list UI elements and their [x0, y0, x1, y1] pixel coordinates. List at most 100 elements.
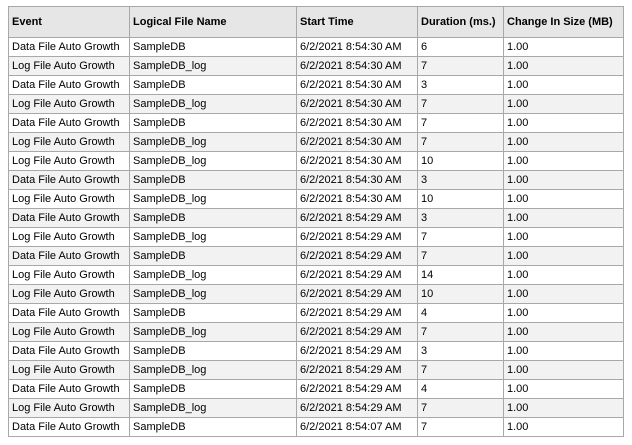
cell-start-time: 6/2/2021 8:54:29 AM [296, 227, 418, 247]
table-row: Data File Auto Growth SampleDB 6/2/2021 8:… [8, 37, 624, 57]
column-header-event: Event [8, 6, 130, 38]
cell-start-time: 6/2/2021 8:54:30 AM [296, 132, 418, 152]
cell-logical-file-name: SampleDB_log [129, 151, 297, 171]
cell-change-in-size: 1.00 [503, 341, 624, 361]
cell-logical-file-name: SampleDB_log [129, 189, 297, 209]
cell-event: Log File Auto Growth [8, 56, 130, 76]
cell-duration: 4 [417, 303, 504, 323]
table-row: Log File Auto Growth SampleDB_log 6/2/2021… [8, 151, 624, 171]
table-row: Log File Auto Growth SampleDB_log 6/2/2021… [8, 227, 624, 247]
cell-event: Log File Auto Growth [8, 151, 130, 171]
table-row: Data File Auto Growth SampleDB 6/2/2021 8:… [8, 417, 624, 437]
cell-event: Log File Auto Growth [8, 360, 130, 380]
column-header-logical-file-name: Logical File Name [129, 6, 297, 38]
cell-start-time: 6/2/2021 8:54:29 AM [296, 303, 418, 323]
cell-event: Data File Auto Growth [8, 246, 130, 266]
cell-change-in-size: 1.00 [503, 94, 624, 114]
table-row: Data File Auto Growth SampleDB 6/2/2021 8:… [8, 170, 624, 190]
cell-duration: 7 [417, 360, 504, 380]
cell-change-in-size: 1.00 [503, 417, 624, 437]
cell-logical-file-name: SampleDB [129, 341, 297, 361]
cell-start-time: 6/2/2021 8:54:30 AM [296, 56, 418, 76]
cell-start-time: 6/2/2021 8:54:29 AM [296, 208, 418, 228]
table-header: Event Logical File Name Start Time Durat… [8, 6, 624, 38]
cell-logical-file-name: SampleDB_log [129, 132, 297, 152]
cell-start-time: 6/2/2021 8:54:30 AM [296, 151, 418, 171]
cell-duration: 7 [417, 417, 504, 437]
cell-event: Data File Auto Growth [8, 341, 130, 361]
cell-duration: 10 [417, 151, 504, 171]
cell-start-time: 6/2/2021 8:54:29 AM [296, 341, 418, 361]
cell-duration: 3 [417, 170, 504, 190]
cell-event: Log File Auto Growth [8, 189, 130, 209]
cell-start-time: 6/2/2021 8:54:30 AM [296, 37, 418, 57]
table-row: Log File Auto Growth SampleDB_log 6/2/2021… [8, 265, 624, 285]
cell-logical-file-name: SampleDB_log [129, 284, 297, 304]
header-row: Event Logical File Name Start Time Durat… [8, 6, 624, 38]
cell-logical-file-name: SampleDB [129, 208, 297, 228]
table-row: Log File Auto Growth SampleDB_log 6/2/2021… [8, 284, 624, 304]
cell-logical-file-name: SampleDB [129, 417, 297, 437]
cell-event: Log File Auto Growth [8, 265, 130, 285]
cell-change-in-size: 1.00 [503, 189, 624, 209]
cell-logical-file-name: SampleDB_log [129, 227, 297, 247]
cell-change-in-size: 1.00 [503, 208, 624, 228]
cell-duration: 7 [417, 246, 504, 266]
table-row: Log File Auto Growth SampleDB_log 6/2/2021… [8, 56, 624, 76]
cell-change-in-size: 1.00 [503, 246, 624, 266]
cell-logical-file-name: SampleDB [129, 246, 297, 266]
table-row: Data File Auto Growth SampleDB 6/2/2021 8:… [8, 113, 624, 133]
table-row: Log File Auto Growth SampleDB_log 6/2/2021… [8, 189, 624, 209]
table-row: Data File Auto Growth SampleDB 6/2/2021 8:… [8, 75, 624, 95]
cell-event: Data File Auto Growth [8, 208, 130, 228]
cell-duration: 7 [417, 398, 504, 418]
report-container: Event Logical File Name Start Time Durat… [8, 6, 624, 437]
cell-event: Log File Auto Growth [8, 132, 130, 152]
cell-event: Data File Auto Growth [8, 417, 130, 437]
cell-event: Data File Auto Growth [8, 303, 130, 323]
cell-duration: 7 [417, 94, 504, 114]
cell-event: Data File Auto Growth [8, 37, 130, 57]
cell-logical-file-name: SampleDB [129, 37, 297, 57]
cell-event: Data File Auto Growth [8, 75, 130, 95]
cell-event: Data File Auto Growth [8, 170, 130, 190]
cell-logical-file-name: SampleDB_log [129, 56, 297, 76]
column-header-change-in-size: Change In Size (MB) [503, 6, 624, 38]
cell-start-time: 6/2/2021 8:54:30 AM [296, 75, 418, 95]
cell-duration: 7 [417, 227, 504, 247]
cell-logical-file-name: SampleDB [129, 170, 297, 190]
cell-change-in-size: 1.00 [503, 303, 624, 323]
cell-event: Data File Auto Growth [8, 379, 130, 399]
table-row: Data File Auto Growth SampleDB 6/2/2021 8:… [8, 208, 624, 228]
table-row: Data File Auto Growth SampleDB 6/2/2021 8:… [8, 341, 624, 361]
cell-start-time: 6/2/2021 8:54:30 AM [296, 113, 418, 133]
cell-start-time: 6/2/2021 8:54:29 AM [296, 284, 418, 304]
table-row: Log File Auto Growth SampleDB_log 6/2/2021… [8, 322, 624, 342]
cell-change-in-size: 1.00 [503, 37, 624, 57]
cell-change-in-size: 1.00 [503, 75, 624, 95]
cell-start-time: 6/2/2021 8:54:29 AM [296, 322, 418, 342]
cell-duration: 7 [417, 132, 504, 152]
cell-change-in-size: 1.00 [503, 113, 624, 133]
cell-duration: 10 [417, 189, 504, 209]
cell-logical-file-name: SampleDB [129, 75, 297, 95]
cell-duration: 3 [417, 75, 504, 95]
autogrowth-events-table: Event Logical File Name Start Time Durat… [8, 6, 624, 437]
cell-change-in-size: 1.00 [503, 151, 624, 171]
cell-duration: 7 [417, 56, 504, 76]
table-row: Log File Auto Growth SampleDB_log 6/2/2021… [8, 360, 624, 380]
cell-logical-file-name: SampleDB_log [129, 322, 297, 342]
cell-logical-file-name: SampleDB_log [129, 398, 297, 418]
cell-event: Log File Auto Growth [8, 322, 130, 342]
cell-start-time: 6/2/2021 8:54:29 AM [296, 360, 418, 380]
cell-change-in-size: 1.00 [503, 265, 624, 285]
cell-start-time: 6/2/2021 8:54:30 AM [296, 189, 418, 209]
cell-event: Log File Auto Growth [8, 94, 130, 114]
cell-start-time: 6/2/2021 8:54:07 AM [296, 417, 418, 437]
table-row: Data File Auto Growth SampleDB 6/2/2021 8:… [8, 303, 624, 323]
cell-event: Log File Auto Growth [8, 398, 130, 418]
cell-logical-file-name: SampleDB_log [129, 265, 297, 285]
cell-start-time: 6/2/2021 8:54:30 AM [296, 170, 418, 190]
cell-duration: 3 [417, 341, 504, 361]
cell-logical-file-name: SampleDB [129, 113, 297, 133]
